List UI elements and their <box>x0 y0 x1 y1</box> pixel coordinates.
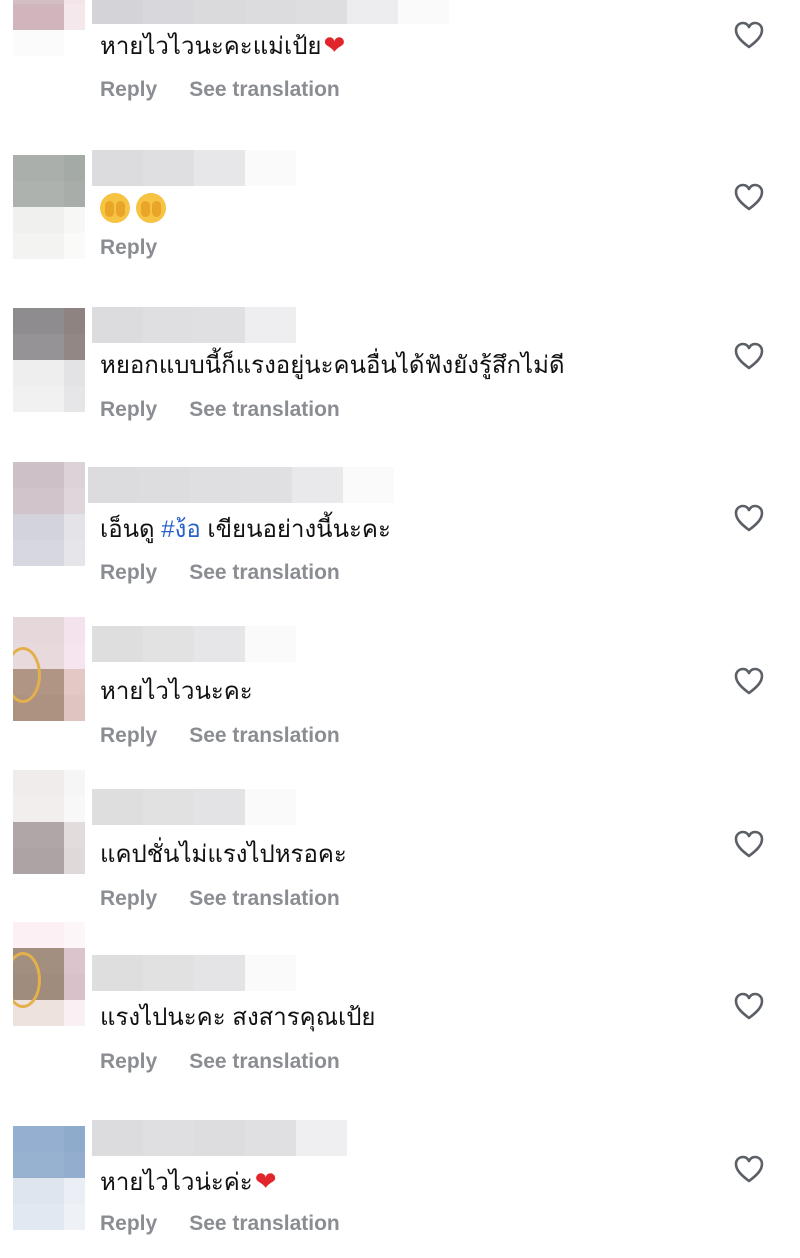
blurred-username[interactable] <box>92 955 296 991</box>
comment-actions: Reply See translation <box>100 561 340 585</box>
comment-actions: Reply See translation <box>100 1050 340 1074</box>
blurred-username[interactable] <box>92 307 296 343</box>
avatar[interactable] <box>13 155 85 259</box>
comment-actions: Reply <box>100 236 157 260</box>
blurred-username[interactable] <box>92 0 500 24</box>
red-heart-emoji-icon: ❤ <box>323 30 346 60</box>
heart-outline-icon[interactable] <box>733 20 765 50</box>
comment-actions: Reply See translation <box>100 398 340 422</box>
heart-outline-icon[interactable] <box>733 182 765 212</box>
avatar[interactable] <box>13 617 85 721</box>
see-translation-button[interactable]: See translation <box>189 1050 340 1074</box>
comment-text: หายไวไวนะคะ <box>100 678 253 705</box>
comment-text: หายไวไวน่ะค่ะ❤ <box>100 1166 277 1196</box>
comment-item: หายไวไวนะคะ Reply See translation <box>0 615 800 765</box>
comment-text: หายไวไวนะคะแม่เป้ย❤ <box>100 30 346 60</box>
reply-button[interactable]: Reply <box>100 78 157 102</box>
avatar[interactable] <box>13 308 85 412</box>
comment-actions: Reply See translation <box>100 78 340 102</box>
avatar[interactable] <box>13 0 85 56</box>
comment-actions: Reply See translation <box>100 1212 340 1236</box>
heart-outline-icon[interactable] <box>733 829 765 859</box>
see-translation-button[interactable]: See translation <box>189 398 340 422</box>
see-translation-button[interactable]: See translation <box>189 1212 340 1236</box>
reply-button[interactable]: Reply <box>100 236 157 260</box>
blurred-username[interactable] <box>88 467 394 503</box>
see-translation-button[interactable]: See translation <box>189 724 340 748</box>
reply-button[interactable]: Reply <box>100 887 157 911</box>
see-translation-button[interactable]: See translation <box>189 887 340 911</box>
comment-text: แรงไปนะคะ สงสารคุณเป้ย <box>100 1004 376 1031</box>
comment-item: Reply <box>0 150 800 300</box>
blurred-username[interactable] <box>92 626 296 662</box>
heart-outline-icon[interactable] <box>733 503 765 533</box>
face-covering-eyes-emoji-icon <box>100 192 130 223</box>
reply-button[interactable]: Reply <box>100 1212 157 1236</box>
comment-text: แคปชั่นไม่แรงไปหรอคะ <box>100 841 347 868</box>
comment-item: แคปชั่นไม่แรงไปหรอคะ Reply See translati… <box>0 768 800 918</box>
comment-item: เอ็นดู #ง้อ เขียนอย่างนี้นะคะ Reply See … <box>0 460 800 610</box>
comment-text: เอ็นดู #ง้อ เขียนอย่างนี้นะคะ <box>100 516 391 543</box>
comment-item: แรงไปนะคะ สงสารคุณเป้ย Reply See transla… <box>0 922 800 1074</box>
heart-outline-icon[interactable] <box>733 991 765 1021</box>
red-heart-emoji-icon: ❤ <box>254 1166 277 1196</box>
see-translation-button[interactable]: See translation <box>189 78 340 102</box>
heart-outline-icon[interactable] <box>733 666 765 696</box>
comment-item: หยอกแบบนี้ก็แรงอยู่นะคนอื่นได้ฟังยังรู้ส… <box>0 305 800 455</box>
avatar[interactable] <box>13 1126 85 1230</box>
comment-item: หายไวไวนะคะแม่เป้ย❤ Reply See translatio… <box>0 0 800 150</box>
blurred-username[interactable] <box>92 150 296 186</box>
reply-button[interactable]: Reply <box>100 561 157 585</box>
comment-text <box>100 192 172 223</box>
hashtag-link[interactable]: #ง้อ <box>161 516 200 543</box>
face-covering-eyes-emoji-icon <box>136 192 166 223</box>
comment-item: หายไวไวน่ะค่ะ❤ Reply See translation <box>0 1108 800 1258</box>
heart-outline-icon[interactable] <box>733 341 765 371</box>
reply-button[interactable]: Reply <box>100 398 157 422</box>
blurred-username[interactable] <box>92 789 296 825</box>
comment-actions: Reply See translation <box>100 887 340 911</box>
avatar[interactable] <box>13 770 85 874</box>
comment-actions: Reply See translation <box>100 724 340 748</box>
heart-outline-icon[interactable] <box>733 1154 765 1184</box>
avatar[interactable] <box>13 462 85 566</box>
reply-button[interactable]: Reply <box>100 1050 157 1074</box>
see-translation-button[interactable]: See translation <box>189 561 340 585</box>
avatar[interactable] <box>13 922 85 1026</box>
comment-text: หยอกแบบนี้ก็แรงอยู่นะคนอื่นได้ฟังยังรู้ส… <box>100 352 565 379</box>
blurred-username[interactable] <box>92 1120 347 1156</box>
reply-button[interactable]: Reply <box>100 724 157 748</box>
